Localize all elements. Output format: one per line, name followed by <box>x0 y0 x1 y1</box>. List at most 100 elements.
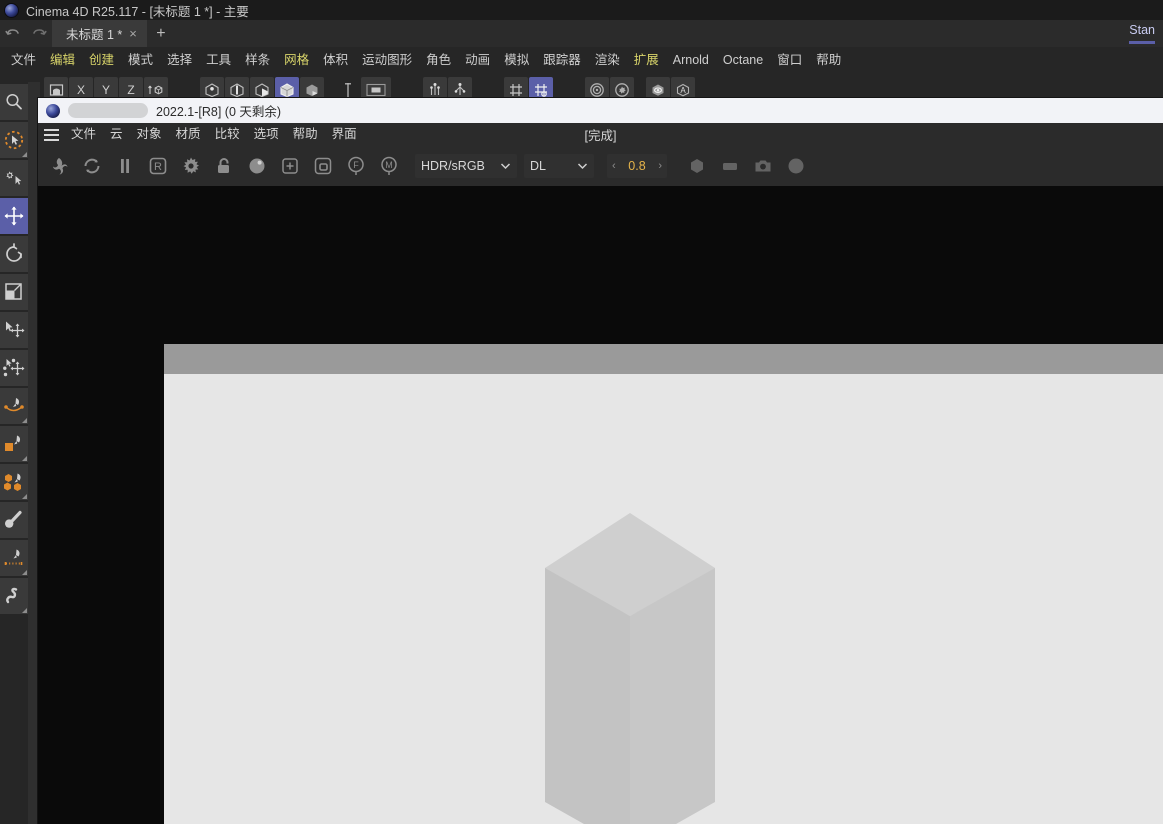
menu-item-file[interactable]: 文件 <box>4 47 43 73</box>
exposure-value: 0.8 <box>628 159 646 173</box>
spinner-next-icon[interactable]: › <box>658 160 662 172</box>
render-panel-title: 2022.1-[R8] (0 天剩余) <box>156 105 282 119</box>
render-panel-menubar: 文件 云 对象 材质 比较 选项 帮助 界面 [完成] <box>38 123 1163 146</box>
cube-pen-icon[interactable] <box>0 464 28 500</box>
render-panel-titlebar[interactable]: 2022.1-[R8] (0 天剩余) <box>38 98 1163 123</box>
menu-item-extensions[interactable]: 扩展 <box>627 47 666 73</box>
refresh-icon[interactable] <box>79 153 105 179</box>
chevron-down-icon <box>500 162 511 170</box>
render-viewport[interactable] <box>38 186 1163 824</box>
move-tool-icon[interactable] <box>0 198 28 234</box>
close-icon[interactable]: × <box>129 26 137 41</box>
focus-pin-icon[interactable]: F <box>343 153 369 179</box>
c4d-logo-icon <box>46 103 60 118</box>
panel-menu-object[interactable]: 对象 <box>130 123 169 146</box>
redacted-license-field <box>68 103 148 118</box>
material-sphere-icon[interactable] <box>244 153 270 179</box>
render-engine-dropdown[interactable]: DL <box>524 154 594 178</box>
svg-text:M: M <box>385 160 393 170</box>
rotate-tool-icon[interactable] <box>0 236 28 272</box>
material-pin-icon[interactable]: M <box>376 153 402 179</box>
menu-item-select[interactable]: 选择 <box>160 47 199 73</box>
spline-pen-icon[interactable] <box>0 388 28 424</box>
svg-text:F: F <box>353 160 359 170</box>
lock-icon[interactable] <box>211 153 237 179</box>
os-titlebar: Cinema 4D R25.117 - [未标题 1 *] - 主要 <box>0 0 1163 20</box>
svg-text:A: A <box>680 86 686 95</box>
panel-menu-options[interactable]: 选项 <box>247 123 286 146</box>
undo-icon[interactable] <box>0 20 26 47</box>
sculpt-tool-icon[interactable] <box>0 578 28 614</box>
camera-icon[interactable] <box>750 153 776 179</box>
exposure-spinner[interactable]: ‹ 0.8 › <box>607 154 667 178</box>
tool-settings-icon[interactable] <box>0 160 28 196</box>
tool-expand-corner-icon[interactable] <box>22 494 27 499</box>
plane-icon[interactable] <box>717 153 743 179</box>
tool-expand-corner-icon[interactable] <box>22 456 27 461</box>
tool-expand-corner-icon[interactable] <box>22 570 27 575</box>
menu-item-tools[interactable]: 工具 <box>199 47 238 73</box>
add-layer-icon[interactable] <box>277 153 303 179</box>
color-space-value: HDR/sRGB <box>421 159 485 173</box>
menu-item-arnold[interactable]: Arnold <box>666 47 716 73</box>
polygon-pen-icon[interactable] <box>0 426 28 462</box>
settings-gear-icon[interactable] <box>178 153 204 179</box>
points-move-tool-icon[interactable] <box>0 350 28 386</box>
panel-menu-interface[interactable]: 界面 <box>325 123 364 146</box>
hamburger-icon[interactable] <box>44 128 64 141</box>
document-tab-label: 未标题 1 * <box>66 28 123 42</box>
left-tool-palette <box>0 82 28 824</box>
rendered-cube <box>544 512 716 824</box>
window-title: Cinema 4D R25.117 - [未标题 1 *] - 主要 <box>26 4 249 19</box>
scale-tool-icon[interactable] <box>0 274 28 310</box>
menu-item-mesh[interactable]: 网格 <box>277 47 316 73</box>
brush-tool-icon[interactable] <box>0 502 28 538</box>
menu-item-mode[interactable]: 模式 <box>121 47 160 73</box>
color-space-dropdown[interactable]: HDR/sRGB <box>415 154 517 178</box>
layout-dropdown[interactable]: Stan <box>1121 20 1163 47</box>
tool-expand-corner-icon[interactable] <box>22 418 27 423</box>
menu-item-edit[interactable]: 编辑 <box>43 47 82 73</box>
tool-expand-corner-icon[interactable] <box>22 608 27 613</box>
new-tab-icon[interactable]: + <box>147 20 175 47</box>
document-tab[interactable]: 未标题 1 * × <box>52 20 147 47</box>
magnifier-icon[interactable] <box>0 84 28 120</box>
panel-menu-cloud[interactable]: 云 <box>103 123 130 146</box>
menu-item-mograph[interactable]: 运动图形 <box>355 47 419 73</box>
menu-item-octane[interactable]: Octane <box>716 47 770 73</box>
render-view-panel: 2022.1-[R8] (0 天剩余) 文件 云 对象 材质 比较 选项 帮助 … <box>38 98 1163 824</box>
panel-menu-help[interactable]: 帮助 <box>286 123 325 146</box>
menu-item-character[interactable]: 角色 <box>419 47 458 73</box>
region-render-icon[interactable]: R <box>145 153 171 179</box>
geometry-icon[interactable] <box>684 153 710 179</box>
panel-menu-compare[interactable]: 比较 <box>208 123 247 146</box>
layout-active-indicator <box>1129 41 1155 44</box>
menu-item-simulate[interactable]: 模拟 <box>497 47 536 73</box>
render-panel-toolbar: R F M HDR/sRGB DL ‹ 0.8 › <box>38 146 1163 186</box>
redo-icon[interactable] <box>26 20 52 47</box>
cursor-move-tool-icon[interactable] <box>0 312 28 348</box>
panel-menu-material[interactable]: 材质 <box>169 123 208 146</box>
spinner-prev-icon[interactable]: ‹ <box>612 160 616 172</box>
c4d-logo-icon <box>5 3 18 17</box>
render-engine-value: DL <box>530 159 546 173</box>
tool-expand-corner-icon[interactable] <box>22 152 27 157</box>
menu-item-render[interactable]: 渲染 <box>588 47 627 73</box>
render-start-icon[interactable] <box>46 153 72 179</box>
pause-icon[interactable] <box>112 153 138 179</box>
object-picker-icon[interactable] <box>310 153 336 179</box>
svg-text:R: R <box>154 161 162 173</box>
panel-menu-file[interactable]: 文件 <box>64 123 103 146</box>
menu-item-volume[interactable]: 体积 <box>316 47 355 73</box>
live-selection-icon[interactable] <box>0 122 28 158</box>
menu-item-create[interactable]: 创建 <box>82 47 121 73</box>
menu-item-tracker[interactable]: 跟踪器 <box>536 47 588 73</box>
menu-item-help[interactable]: 帮助 <box>809 47 848 73</box>
menu-item-animation[interactable]: 动画 <box>458 47 497 73</box>
chevron-down-icon <box>577 162 588 170</box>
line-cut-icon[interactable] <box>0 540 28 576</box>
menu-item-window[interactable]: 窗口 <box>770 47 809 73</box>
environment-sphere-icon[interactable] <box>783 153 809 179</box>
horizon-band <box>164 344 1163 374</box>
menu-item-spline[interactable]: 样条 <box>238 47 277 73</box>
